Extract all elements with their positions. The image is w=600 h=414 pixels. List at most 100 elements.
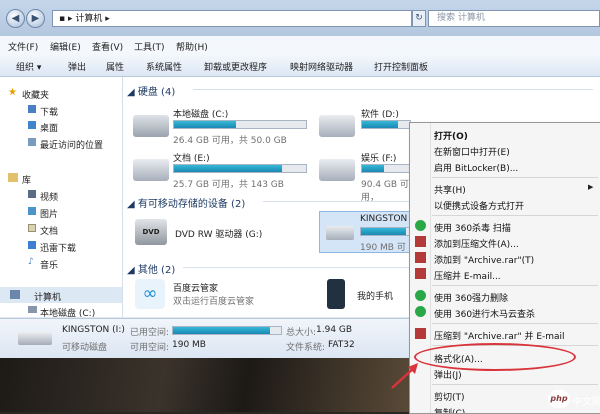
drive-d[interactable]: 软件 (D:)	[319, 107, 419, 147]
annotation-circle	[414, 343, 576, 371]
drive-icon	[28, 306, 37, 313]
sidebar-item-downloads[interactable]: 下载	[40, 105, 58, 118]
menu-item-360-scan[interactable]: 使用 360杀毒 扫描	[434, 221, 511, 234]
annotation-arrow	[391, 363, 418, 389]
back-button[interactable]: ◀	[6, 9, 25, 28]
drive-kingston-selected[interactable]: KINGSTON 190 MB 可	[319, 211, 413, 253]
sidebar-item-computer[interactable]: 计算机	[34, 290, 61, 303]
menu-item-add-archive[interactable]: 添加到压缩文件(A)...	[434, 237, 519, 250]
details-total-value: 1.94 GB	[316, 325, 353, 335]
drive-c-free: 26.4 GB 可用，共 50.0 GB	[173, 136, 287, 146]
drive-c-usage-fill	[174, 121, 237, 128]
drive-d-name: 软件 (D:)	[361, 110, 399, 120]
menu-item-compress-rar-email[interactable]: 压缩到 "Archive.rar" 并 E-mail	[434, 329, 565, 342]
sidebar-item-thunder[interactable]: 迅雷下载	[40, 241, 76, 254]
sidebar-item-pictures[interactable]: 图片	[40, 207, 58, 220]
menu-item-eject[interactable]: 弹出(J)	[434, 368, 462, 381]
properties-button[interactable]: 属性	[106, 60, 124, 73]
menu-item-copy[interactable]: 复制(C)	[434, 406, 465, 413]
winrar-icon	[415, 268, 426, 279]
computer-icon: ▪ ▸	[59, 14, 76, 24]
document-icon	[28, 224, 36, 232]
group-hdd-header[interactable]: ◢ 硬盘 (4)	[127, 83, 175, 98]
menu-edit[interactable]: 编辑(E)	[50, 40, 81, 53]
usb-drive-icon	[326, 226, 354, 240]
menu-item-360-trojan[interactable]: 使用 360进行木马云查杀	[434, 307, 535, 320]
video-icon	[28, 190, 36, 198]
sidebar-item-videos[interactable]: 视频	[40, 190, 58, 203]
search-input[interactable]: 搜索 计算机	[428, 10, 600, 27]
desktop-icon	[28, 121, 36, 129]
sidebar-item-desktop[interactable]: 桌面	[40, 121, 58, 134]
menu-view[interactable]: 查看(V)	[92, 40, 123, 53]
menu-separator	[432, 384, 598, 385]
system-properties-button[interactable]: 系统属性	[146, 60, 182, 73]
forward-button[interactable]: ▶	[26, 9, 45, 28]
drive-c-name: 本地磁盘 (C:)	[173, 110, 229, 120]
map-drive-button[interactable]: 映射网络驱动器	[290, 60, 353, 73]
baidu-cloud-item[interactable]: ∞ 百度云管家 双击运行百度云管家	[133, 277, 303, 313]
sidebar-item-documents[interactable]: 文档	[40, 224, 58, 237]
drive-e[interactable]: 文档 (E:) 25.7 GB 可用，共 143 GB	[133, 151, 313, 191]
recent-icon	[28, 138, 36, 146]
drive-e-free: 25.7 GB 可用，共 143 GB	[173, 180, 284, 190]
menu-item-360-delete[interactable]: 使用 360强力删除	[434, 291, 508, 304]
drive-d-icon	[319, 115, 355, 137]
address-bar[interactable]: ▪ ▸ 计算机 ▸	[52, 10, 412, 27]
sidebar-item-music[interactable]: 音乐	[40, 258, 58, 271]
watermark: php 中文网	[548, 388, 600, 412]
details-usage-bar	[172, 326, 282, 335]
menu-item-cut[interactable]: 剪切(T)	[434, 390, 465, 403]
winrar-icon	[415, 252, 426, 263]
details-free-label: 可用空间:	[130, 343, 170, 353]
favorites-header[interactable]: 收藏夹	[22, 88, 49, 101]
menu-bar: 文件(F) 编辑(E) 查看(V) 工具(T) 帮助(H)	[0, 36, 600, 55]
details-free-value: 190 MB	[172, 340, 206, 350]
control-panel-button[interactable]: 打开控制面板	[374, 60, 428, 73]
drive-f-name: 娱乐 (F:)	[361, 154, 397, 164]
360-delete-icon	[415, 290, 426, 301]
watermark-text: 中文网	[572, 397, 600, 408]
winrar-icon	[415, 236, 426, 247]
chevron-right-icon: ▸	[102, 14, 110, 24]
menu-separator	[432, 285, 598, 286]
drive-f-usage-bar	[361, 164, 411, 173]
menu-item-share[interactable]: 共享(H)	[434, 183, 466, 196]
menu-item-add-archive-rar[interactable]: 添加到 "Archive.rar"(T)	[434, 253, 534, 266]
sidebar-item-recent[interactable]: 最近访问的位置	[40, 138, 103, 151]
details-fs-value: FAT32	[328, 340, 355, 350]
drive-dvd[interactable]: DVD DVD RW 驱动器 (G:)	[133, 215, 303, 251]
menu-item-open[interactable]: 打开(O)	[434, 129, 468, 142]
group-removable-label: 有可移动存储的设备 (2)	[137, 199, 246, 210]
menu-tools[interactable]: 工具(T)	[134, 40, 165, 53]
search-placeholder: 搜索 计算机	[437, 13, 485, 23]
drive-e-icon	[133, 159, 169, 181]
drive-f[interactable]: 娱乐 (F:) 90.4 GB 可用，	[319, 151, 419, 203]
menu-item-compress-email[interactable]: 压缩并 E-mail...	[434, 269, 501, 282]
my-phone-item[interactable]: 我的手机	[327, 277, 407, 313]
group-other-label: 其他 (2)	[137, 265, 176, 276]
menu-item-bitlocker[interactable]: 启用 BitLocker(B)...	[434, 161, 518, 174]
group-other-header[interactable]: ◢ 其他 (2)	[127, 261, 175, 276]
usb-drive-large-icon	[18, 331, 52, 345]
drive-c[interactable]: 本地磁盘 (C:) 26.4 GB 可用，共 50.0 GB	[133, 107, 313, 147]
eject-button[interactable]: 弹出	[68, 60, 86, 73]
organize-button[interactable]: 组织 ▾	[16, 60, 41, 73]
menu-help[interactable]: 帮助(H)	[176, 40, 208, 53]
group-removable-header[interactable]: ◢ 有可移动存储的设备 (2)	[127, 195, 245, 210]
php-logo-icon: php	[548, 390, 570, 408]
details-used-label: 已用空间:	[130, 328, 170, 338]
baidu-cloud-icon: ∞	[135, 279, 165, 309]
drive-kingston-free: 190 MB 可	[360, 243, 406, 253]
collapse-icon: ◢	[127, 87, 138, 98]
details-total-label: 总大小:	[286, 328, 317, 338]
menu-item-portable-device[interactable]: 以便携式设备方式打开	[434, 199, 524, 212]
library-header[interactable]: 库	[22, 173, 31, 186]
picture-icon	[28, 207, 36, 215]
menu-file[interactable]: 文件(F)	[8, 40, 38, 53]
phone-icon	[327, 279, 345, 309]
title-bar: ◀ ▶ ▪ ▸ 计算机 ▸ ↻ 搜索 计算机	[0, 0, 600, 36]
uninstall-button[interactable]: 卸载或更改程序	[204, 60, 267, 73]
menu-item-open-new-window[interactable]: 在新窗口中打开(E)	[434, 145, 510, 158]
refresh-button[interactable]: ↻	[412, 10, 426, 27]
